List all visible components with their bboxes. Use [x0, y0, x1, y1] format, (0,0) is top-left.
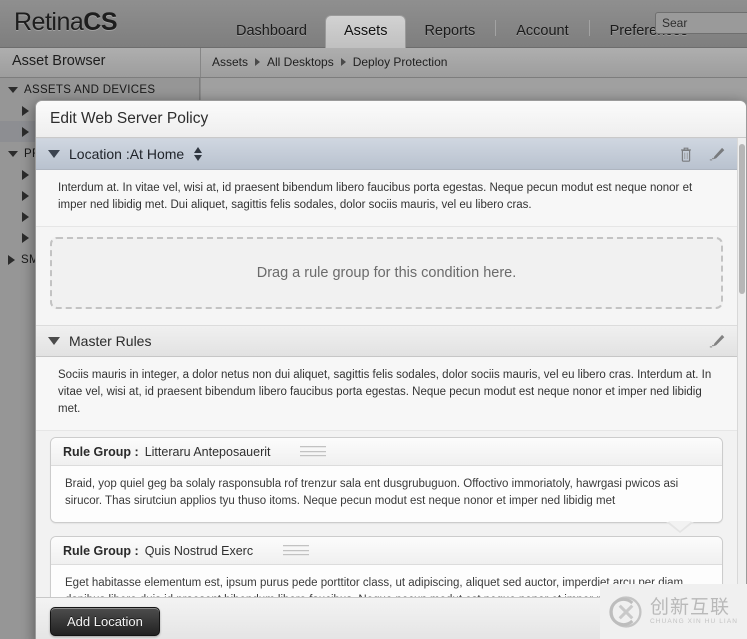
rule-groups-list: Rule Group : Litteraru Anteposauerit Bra…: [36, 431, 737, 597]
triangle-down-icon: [8, 151, 18, 157]
stepper-down-icon[interactable]: [194, 155, 203, 161]
triangle-down-icon[interactable]: [48, 150, 60, 158]
watermark-pinyin: CHUANG XIN HU LIAN: [650, 618, 739, 625]
triangle-down-icon: [8, 87, 18, 93]
chevron-right-icon: [255, 58, 261, 66]
watermark-chinese: 创新互联: [650, 597, 731, 618]
chevron-right-icon: [340, 58, 346, 66]
watermark-logo-icon: [609, 595, 642, 628]
tab-account[interactable]: Account: [498, 16, 586, 48]
rule-group-name: Quis Nostrud Exerc: [144, 543, 254, 558]
watermark: 创新互联 CHUANG XIN HU LIAN: [600, 584, 747, 639]
breadcrumb-item-deploy-protection[interactable]: Deploy Protection: [353, 55, 448, 69]
modal-scroll-content: Location : At Home Interdum at. In vitae…: [36, 138, 737, 597]
drag-handle-icon[interactable]: [283, 545, 310, 556]
breadcrumb-item-assets[interactable]: Assets: [212, 55, 248, 69]
top-navigation-bar: RetinaCS Dashboard Assets Reports Accoun…: [0, 0, 747, 48]
stepper-up-icon[interactable]: [194, 147, 203, 153]
tab-dashboard[interactable]: Dashboard: [218, 16, 325, 48]
dropzone-wrapper: Drag a rule group for this condition her…: [36, 227, 737, 325]
watermark-text: 创新互联 CHUANG XIN HU LIAN: [650, 597, 739, 626]
pencil-icon[interactable]: [709, 332, 727, 350]
triangle-right-icon: [22, 211, 29, 222]
nav-divider-2: [588, 20, 590, 36]
subbar-divider: [200, 48, 201, 77]
triangle-down-icon[interactable]: [48, 337, 60, 345]
modal-scrollbar[interactable]: [737, 138, 746, 597]
tab-assets[interactable]: Assets: [324, 15, 407, 48]
master-rules-actions: [709, 332, 727, 350]
modal-scrollbar-thumb[interactable]: [739, 144, 745, 294]
search-input[interactable]: Sear: [655, 12, 747, 34]
location-section-header[interactable]: Location : At Home: [36, 138, 737, 170]
master-rules-description: Sociis mauris in integer, a dolor netus …: [36, 357, 737, 431]
breadcrumb: Assets All Desktops Deploy Protection: [212, 55, 447, 69]
tree-group-assets-and-devices[interactable]: ASSETS AND DEVICES: [0, 78, 199, 100]
triangle-right-icon: [22, 105, 29, 116]
location-actions: [677, 145, 727, 163]
modal-scroll-area: Location : At Home Interdum at. In vitae…: [36, 138, 746, 597]
pencil-icon[interactable]: [709, 145, 727, 163]
triangle-right-icon: [22, 232, 29, 243]
search-placeholder: Sear: [662, 16, 688, 30]
location-stepper[interactable]: [194, 147, 203, 161]
location-label: Location :: [69, 146, 130, 162]
connector-notch-icon: [666, 521, 694, 533]
asset-browser-title: Asset Browser: [12, 53, 106, 69]
screenshot-root: RetinaCS Dashboard Assets Reports Accoun…: [0, 0, 747, 639]
triangle-right-icon: [22, 169, 29, 180]
nav-tabs: Dashboard Assets Reports Account Prefere…: [218, 14, 706, 48]
tab-reports[interactable]: Reports: [406, 16, 493, 48]
nav-divider-1: [495, 20, 497, 36]
triangle-right-icon: [22, 190, 29, 201]
add-location-button[interactable]: Add Location: [50, 606, 160, 636]
rule-group-body: Braid, yop quiel geg ba solaly rasponsub…: [51, 466, 722, 522]
sub-bar: Asset Browser Assets All Desktops Deploy…: [0, 48, 747, 78]
location-description: Interdum at. In vitae vel, wisi at, id p…: [36, 170, 737, 227]
master-rules-section-header[interactable]: Master Rules: [36, 325, 737, 357]
triangle-right-icon: [8, 255, 15, 265]
rule-group-label: Rule Group :: [63, 444, 139, 459]
rule-group-header[interactable]: Rule Group : Quis Nostrud Exerc: [51, 537, 722, 565]
master-rules-label: Master Rules: [69, 333, 152, 349]
rule-group-dropzone[interactable]: Drag a rule group for this condition her…: [50, 237, 723, 309]
drag-handle-icon[interactable]: [300, 446, 327, 457]
rule-group-card[interactable]: Rule Group : Litteraru Anteposauerit Bra…: [50, 437, 723, 533]
rule-group-name: Litteraru Anteposauerit: [144, 444, 271, 459]
modal-title: Edit Web Server Policy: [36, 101, 746, 138]
brand-light: Retina: [14, 8, 84, 36]
triangle-right-icon: [22, 126, 29, 137]
rule-group-header[interactable]: Rule Group : Litteraru Anteposauerit: [51, 438, 722, 466]
location-value: At Home: [129, 146, 185, 162]
tree-group-label: ASSETS AND DEVICES: [24, 84, 156, 96]
rule-group-label: Rule Group :: [63, 543, 139, 558]
app-logo: RetinaCS: [14, 8, 117, 37]
edit-policy-modal: Edit Web Server Policy Location : At Hom…: [35, 100, 747, 639]
trash-icon[interactable]: [677, 145, 695, 163]
breadcrumb-item-all-desktops[interactable]: All Desktops: [267, 55, 334, 69]
brand-bold: CS: [83, 8, 117, 36]
